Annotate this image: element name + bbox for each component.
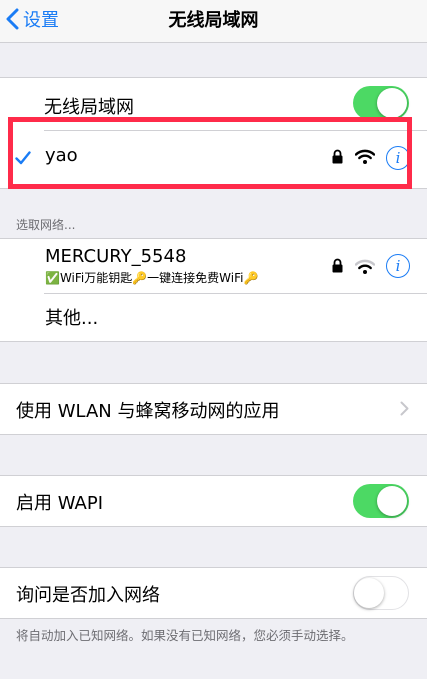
ask-join-group: 询问是否加入网络 xyxy=(0,567,427,619)
network-subtitle: ✅WiFi万能钥匙🔑一键连接免费WiFi🔑 xyxy=(45,271,259,285)
ask-join-footer: 将自动加入已知网络。如果没有已知网络，您必须手动选择。 xyxy=(16,628,354,643)
page-title: 无线局域网 xyxy=(168,10,259,31)
lock-icon xyxy=(332,258,343,273)
network-row[interactable]: MERCURY_5548 ✅WiFi万能钥匙🔑一键连接免费WiFi🔑 i xyxy=(0,239,427,293)
wlan-label: 无线局域网 xyxy=(44,97,134,118)
other-network-label: 其他... xyxy=(45,308,99,329)
network-info-button[interactable]: i xyxy=(386,254,410,278)
other-network-row[interactable]: 其他... xyxy=(0,294,427,340)
wapi-row: 启用 WAPI xyxy=(0,476,427,526)
network-name: MERCURY_5548 xyxy=(45,246,187,267)
highlight-box xyxy=(8,117,412,189)
toggle-knob xyxy=(377,88,407,118)
wlan-apps-group: 使用 WLAN 与蜂窝移动网的应用 xyxy=(0,383,427,435)
choose-network-header: 选取网络... xyxy=(16,218,76,232)
wapi-group: 启用 WAPI xyxy=(0,475,427,527)
wlan-apps-row[interactable]: 使用 WLAN 与蜂窝移动网的应用 xyxy=(0,384,427,434)
ask-join-label: 询问是否加入网络 xyxy=(16,585,160,606)
wlan-toggle[interactable] xyxy=(353,86,409,120)
wapi-toggle[interactable] xyxy=(353,484,409,518)
toggle-knob xyxy=(354,577,384,608)
navigation-bar: 设置 无线局域网 xyxy=(0,0,427,43)
networks-group: MERCURY_5548 ✅WiFi万能钥匙🔑一键连接免费WiFi🔑 i 其他.… xyxy=(0,238,427,342)
wlan-apps-label: 使用 WLAN 与蜂窝移动网的应用 xyxy=(16,401,280,422)
ask-join-row: 询问是否加入网络 xyxy=(0,568,427,618)
toggle-knob xyxy=(377,486,407,516)
wapi-label: 启用 WAPI xyxy=(16,493,104,514)
ask-join-toggle[interactable] xyxy=(353,576,409,610)
chevron-right-icon xyxy=(400,401,409,416)
wifi-signal-icon xyxy=(355,259,375,274)
